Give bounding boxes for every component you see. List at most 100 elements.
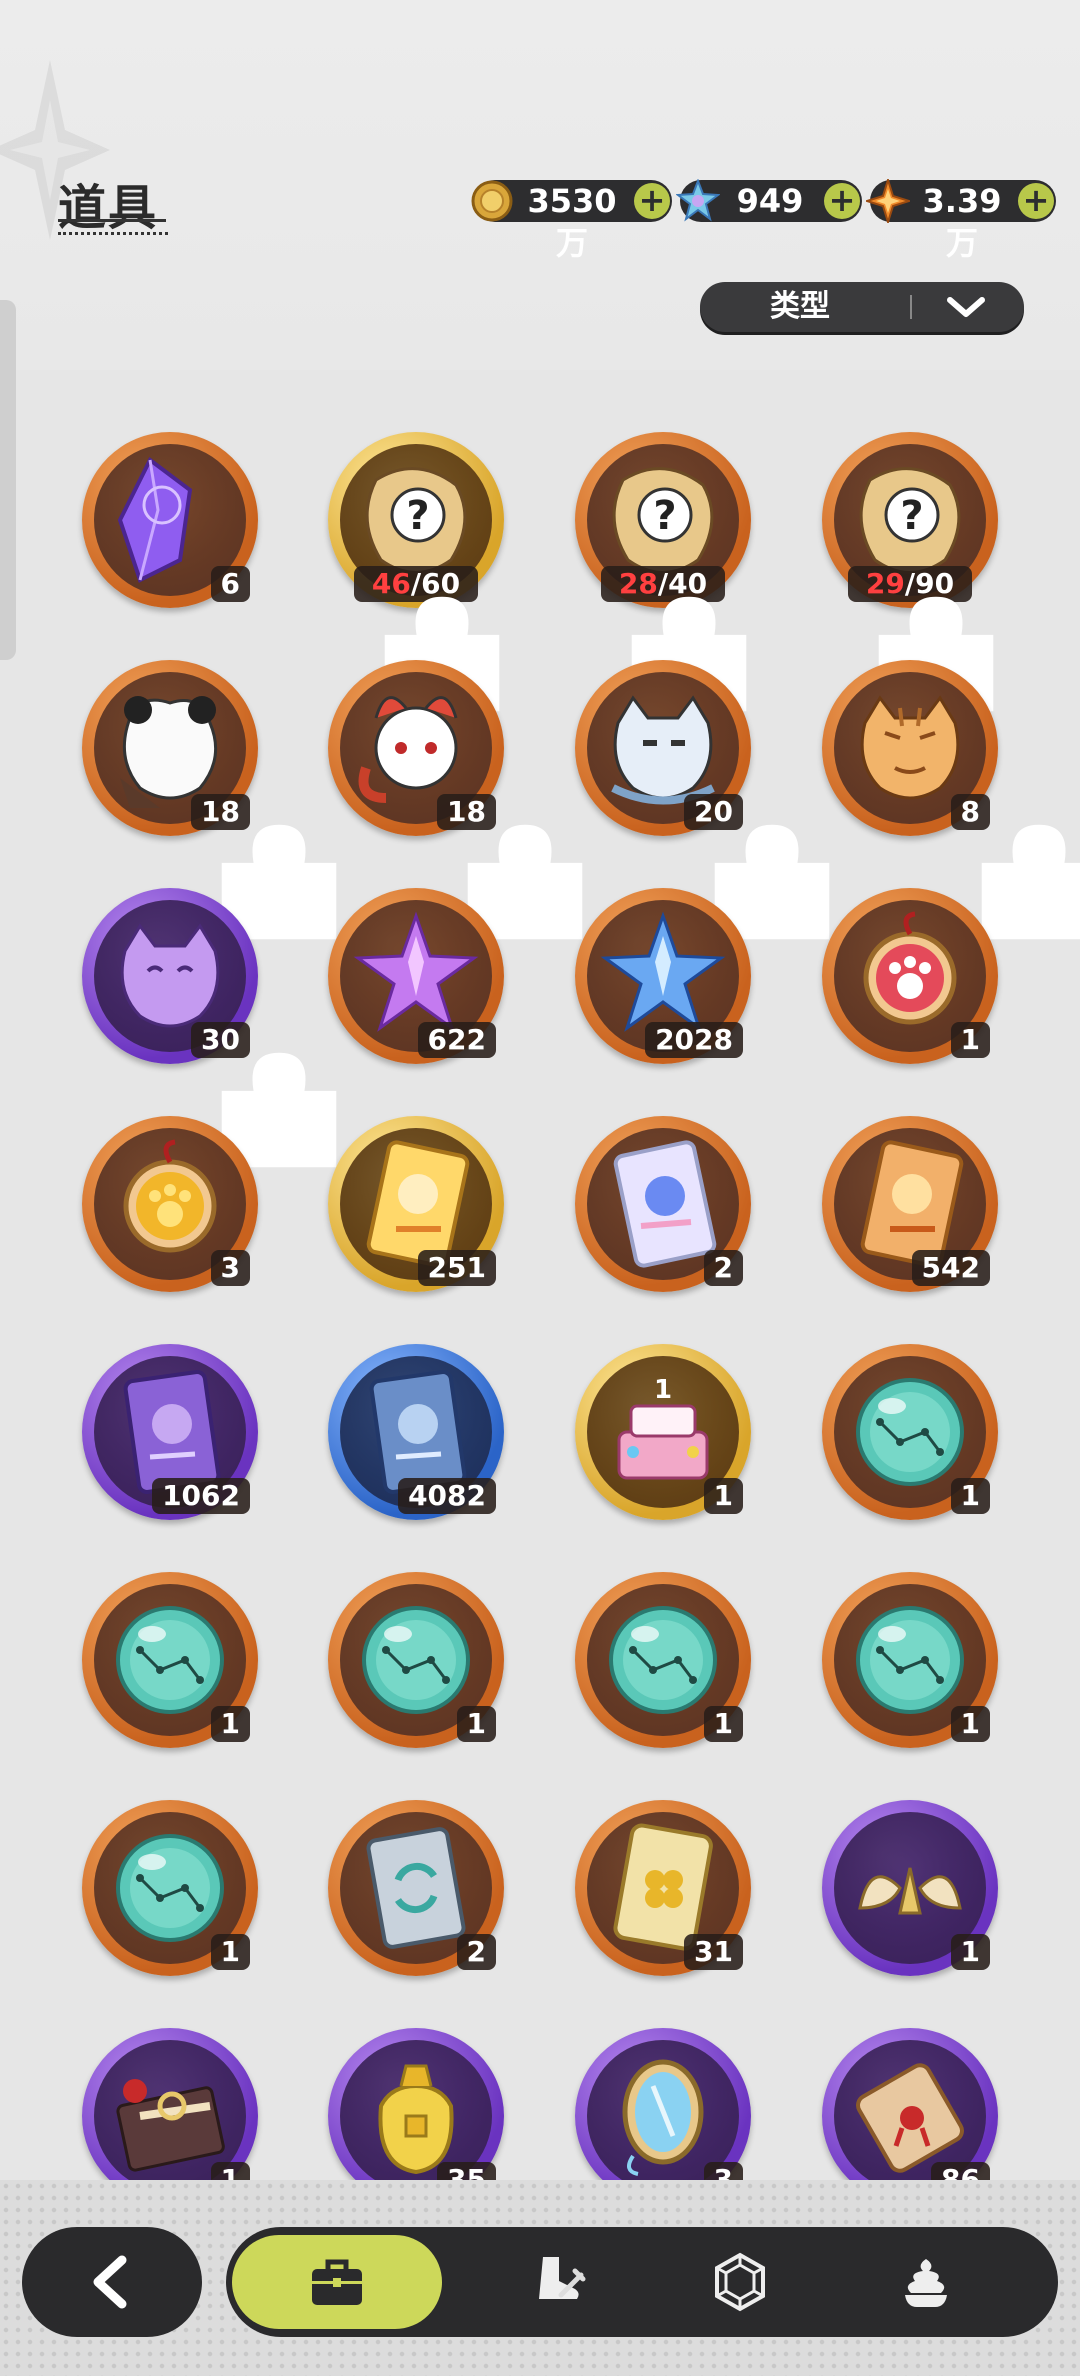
boot-icon: [539, 2257, 586, 2299]
currency-crystal-value: 949: [736, 182, 804, 220]
item-slot[interactable]: 1062: [82, 1344, 258, 1520]
add-gold-button[interactable]: +: [634, 183, 670, 219]
item-count-badge: 8: [950, 794, 1080, 940]
item-count-badge: 35: [437, 2162, 496, 2180]
item-count-badge: 1062: [152, 1478, 250, 1514]
header: 道具 3530万 + 949 + 3.39万 + 类型: [0, 0, 1080, 660]
item-count-badge: 30: [191, 1022, 337, 1168]
item-count-badge: 2: [703, 1250, 743, 1286]
item-count-badge: 2028: [645, 1022, 743, 1058]
item-count-badge: 1: [950, 1706, 990, 1742]
currency-gold-value: 3530万: [527, 182, 617, 262]
item-slot[interactable]: 1: [822, 1572, 998, 1748]
currency-crystal: 949 +: [676, 179, 862, 222]
magic-mirror-icon: [622, 2059, 704, 2176]
item-count-badge: 3: [210, 1250, 250, 1286]
item-count-badge: 1: [703, 1478, 743, 1514]
gold-coin-icon: [471, 180, 513, 222]
item-count-badge: 4082: [398, 1478, 496, 1514]
type-filter-label: 类型: [770, 289, 830, 324]
item-slot[interactable]: 20: [575, 660, 830, 940]
item-count-badge: 86: [931, 2162, 990, 2180]
item-count-badge: 3: [703, 2162, 743, 2180]
item-slot[interactable]: 4082: [328, 1344, 504, 1520]
briefcase-icon: [312, 2259, 362, 2305]
svg-text:1: 1: [654, 1375, 672, 1405]
filter-divider: [910, 295, 912, 319]
type-filter-dropdown[interactable]: 类型: [700, 282, 1024, 332]
item-slot[interactable]: 35: [328, 2028, 504, 2180]
item-slot[interactable]: 622: [328, 888, 504, 1064]
item-slot[interactable]: 1: [822, 1344, 998, 1520]
item-slot[interactable]: 6: [82, 432, 258, 608]
item-slot[interactable]: 1: [82, 2028, 258, 2180]
item-count-badge: 1: [210, 1934, 250, 1970]
item-count-badge: 20: [684, 794, 830, 940]
item-count-badge: 31: [684, 1934, 743, 1970]
item-slot[interactable]: 1: [575, 1572, 751, 1748]
item-slot[interactable]: ? 29/90: [822, 432, 998, 712]
item-slot[interactable]: ? 46/60: [328, 432, 504, 712]
back-arrow-icon: [93, 2255, 127, 2309]
add-star-button[interactable]: +: [1018, 183, 1054, 219]
title-underline: [58, 219, 168, 235]
item-slot[interactable]: 1: [82, 1572, 258, 1748]
tab-equipment[interactable]: [466, 2227, 646, 2337]
item-slot[interactable]: 2028: [575, 888, 751, 1064]
star-crystal-icon: [676, 179, 720, 222]
add-crystal-button[interactable]: +: [824, 183, 860, 219]
item-slot[interactable]: 18: [82, 660, 337, 940]
item-count-badge: 18: [437, 794, 583, 940]
item-count-badge: 1: [703, 1706, 743, 1742]
gold-bag-icon: [378, 2064, 454, 2175]
gift-box-icon: [116, 2079, 225, 2172]
item-slot[interactable]: 8: [822, 660, 1080, 940]
bottom-nav: [226, 2227, 1058, 2337]
item-count-badge: 6: [210, 566, 250, 602]
item-slot[interactable]: 18: [328, 660, 583, 940]
item-count-badge: 1: [456, 1706, 496, 1742]
item-slot[interactable]: 86: [822, 2028, 998, 2180]
item-slot[interactable]: 11: [575, 1344, 751, 1520]
item-slot[interactable]: 251: [328, 1116, 504, 1292]
item-slot[interactable]: 1: [822, 888, 998, 1064]
currency-star: 3.39万 +: [866, 179, 1056, 262]
back-button[interactable]: [22, 2227, 202, 2337]
item-grid-scroll[interactable]: 6? 46/60 ? 28/40 ? 29/90 18 18 20 8 30 622 2028 1 3 251…: [0, 370, 1080, 2180]
item-count-badge: 46/60: [354, 566, 500, 712]
item-slot[interactable]: 1: [822, 1800, 998, 1976]
item-slot[interactable]: ? 28/40: [575, 432, 751, 712]
item-count-badge: 542: [911, 1250, 990, 1286]
item-slot[interactable]: 31: [575, 1800, 751, 1976]
item-slot[interactable]: 2: [575, 1116, 751, 1292]
item-count-badge: 1: [210, 2162, 250, 2180]
currency-gold: 3530万 +: [471, 180, 672, 262]
tab-gems[interactable]: [650, 2227, 830, 2337]
item-count-badge: 1: [950, 1478, 990, 1514]
item-count-badge: 622: [417, 1022, 496, 1058]
item-slot[interactable]: 1: [328, 1572, 504, 1748]
item-count-badge: 1: [950, 1934, 990, 1970]
item-count-badge: 251: [417, 1250, 496, 1286]
svg-text:?: ?: [406, 493, 429, 539]
item-count-badge: 1: [210, 1706, 250, 1742]
item-slot[interactable]: 3: [82, 1116, 258, 1292]
item-count-badge: 18: [191, 794, 337, 940]
item-slot[interactable]: 542: [822, 1116, 998, 1292]
scroll-icon: [856, 2063, 964, 2173]
hexagon-gem-icon: [715, 2252, 765, 2312]
item-count-badge: 1: [950, 1022, 990, 1058]
cream-icon: [905, 2259, 947, 2307]
item-slot[interactable]: 2: [328, 1800, 504, 1976]
svg-text:?: ?: [900, 493, 923, 539]
orange-star-icon: [866, 179, 910, 223]
chevron-down-icon: [947, 297, 985, 317]
tab-items[interactable]: [232, 2235, 442, 2329]
item-slot[interactable]: 1: [82, 1800, 258, 1976]
svg-text:?: ?: [653, 493, 676, 539]
item-slot[interactable]: 3: [575, 2028, 751, 2180]
tab-materials[interactable]: [836, 2227, 1016, 2337]
currency-star-value: 3.39万: [922, 182, 1002, 262]
item-count-badge: 2: [456, 1934, 496, 1970]
item-slot[interactable]: 30: [82, 888, 337, 1168]
